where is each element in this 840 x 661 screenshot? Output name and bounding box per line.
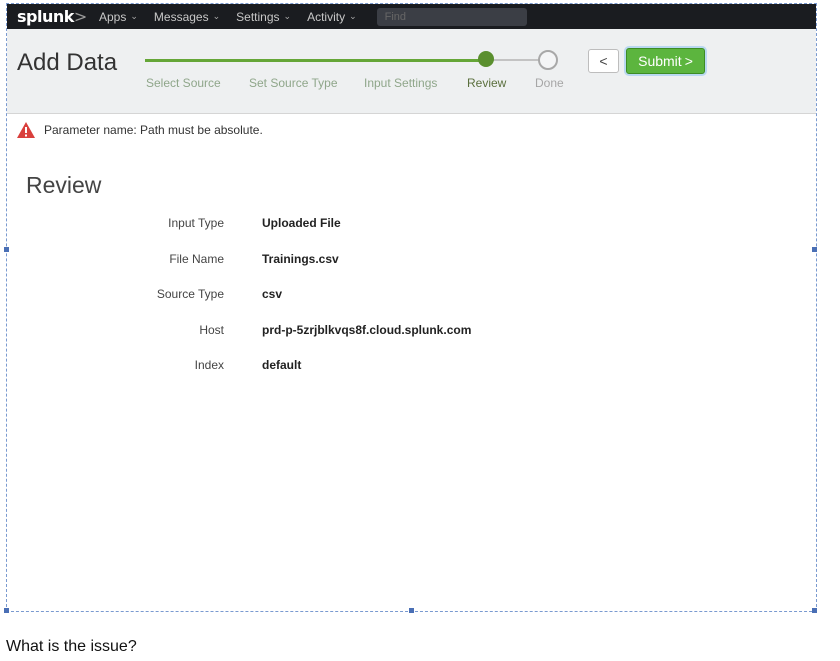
chevron-right-icon: > [684, 53, 693, 69]
screenshot-frame: splunk> Apps ⌄ Messages ⌄ Settings ⌄ Act… [6, 3, 817, 612]
warning-triangle-icon [17, 122, 35, 138]
back-button[interactable]: < [588, 49, 619, 73]
review-key-file-name: File Name [169, 251, 224, 266]
review-value-source-type: csv [262, 287, 283, 301]
step-done: Done [535, 76, 564, 90]
nav-settings[interactable]: Settings ⌄ [236, 10, 291, 24]
logo-chevron: > [73, 7, 87, 26]
review-details: Input Type Uploaded File File Name Train… [7, 214, 816, 392]
review-row: Input Type Uploaded File [7, 214, 816, 250]
review-value-input-type: Uploaded File [262, 216, 341, 230]
chevron-down-icon: ⌄ [283, 11, 292, 21]
chevron-down-icon: ⌄ [130, 11, 138, 21]
chevron-left-icon: < [599, 53, 608, 69]
review-row: Source Type csv [7, 285, 816, 321]
review-value-host: prd-p-5zrjblkvqs8f.cloud.splunk.com [262, 322, 472, 337]
resize-handle[interactable] [812, 247, 817, 252]
error-alert: Parameter name: Path must be absolute. [16, 121, 263, 139]
nav-activity-label: Activity [307, 9, 346, 24]
resize-handle[interactable] [4, 608, 9, 613]
step-input-settings[interactable]: Input Settings [364, 76, 437, 90]
review-key-index: Index [194, 358, 224, 372]
review-value-file-name: Trainings.csv [262, 251, 339, 266]
top-navigation-bar: splunk> Apps ⌄ Messages ⌄ Settings ⌄ Act… [7, 4, 816, 29]
step-review: Review [467, 76, 507, 90]
submit-label: Submit [638, 53, 682, 69]
nav-settings-label: Settings [236, 9, 280, 24]
add-data-header: Add Data Select Source Set Source Type I… [7, 29, 816, 114]
resize-handle[interactable] [409, 608, 414, 613]
splunk-logo[interactable]: splunk> [17, 7, 87, 26]
review-key-input-type: Input Type [168, 216, 224, 230]
review-value-index: default [262, 358, 302, 372]
nav-activity[interactable]: Activity ⌄ [307, 10, 357, 24]
logo-text: splunk [17, 7, 74, 26]
review-row: Host prd-p-5zrjblkvqs8f.cloud.splunk.com [7, 321, 816, 357]
question-text: What is the issue? [6, 638, 137, 655]
step-indicator-pending [538, 50, 558, 70]
submit-button[interactable]: Submit > [626, 48, 705, 74]
alert-message: Parameter name: Path must be absolute. [44, 123, 263, 137]
nav-apps[interactable]: Apps ⌄ [99, 10, 138, 24]
review-key-host: Host [199, 322, 224, 337]
nav-messages-label: Messages [153, 9, 209, 24]
review-row: Index default [7, 356, 816, 392]
step-set-source-type[interactable]: Set Source Type [249, 76, 338, 90]
step-indicator-current [478, 51, 494, 67]
nav-apps-label: Apps [99, 9, 127, 24]
resize-handle[interactable] [812, 608, 817, 613]
chevron-down-icon: ⌄ [349, 11, 357, 21]
progress-track-completed [145, 59, 490, 62]
nav-messages[interactable]: Messages ⌄ [154, 10, 220, 24]
resize-handle[interactable] [4, 247, 9, 252]
step-select-source[interactable]: Select Source [146, 76, 221, 90]
review-title: Review [26, 172, 102, 198]
review-row: File Name Trainings.csv [7, 250, 816, 286]
page-title: Add Data [17, 49, 118, 76]
find-input[interactable] [376, 7, 527, 26]
chevron-down-icon: ⌄ [212, 11, 221, 21]
review-key-source-type: Source Type [156, 287, 224, 301]
